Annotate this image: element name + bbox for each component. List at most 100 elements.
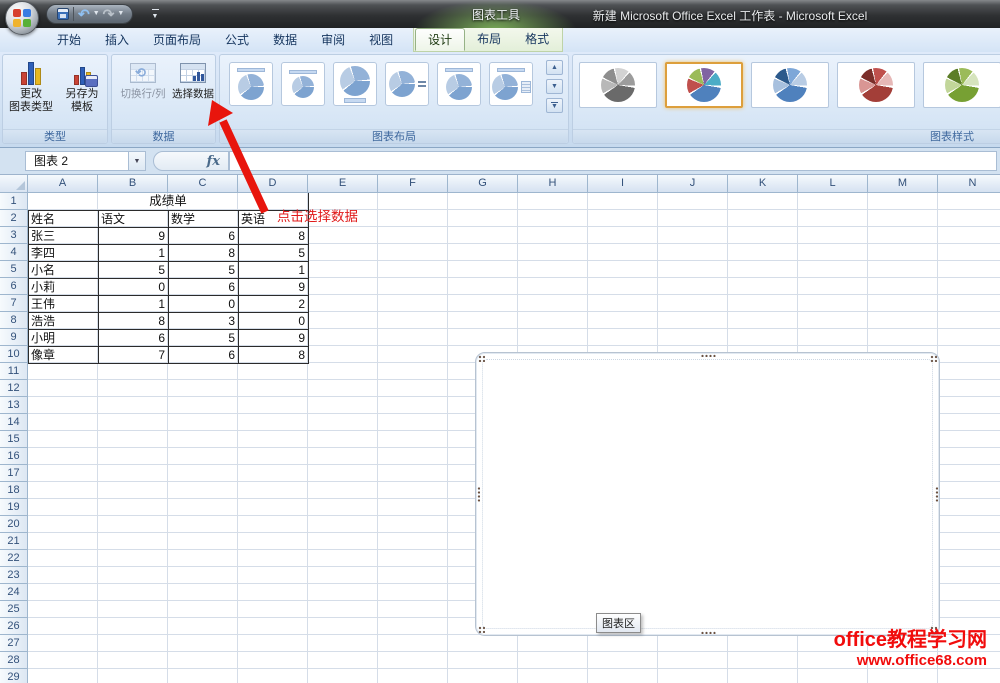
change-chart-type-button[interactable]: 更改 图表类型: [6, 59, 56, 114]
redo-dropdown-icon[interactable]: ▼: [117, 10, 124, 18]
tab-审阅[interactable]: 审阅: [309, 29, 357, 52]
row-header-27[interactable]: 27: [0, 635, 28, 652]
tab-设计[interactable]: 设计: [415, 28, 466, 51]
cell[interactable]: 8: [99, 313, 169, 330]
tab-公式[interactable]: 公式: [213, 29, 261, 52]
cell[interactable]: 1: [99, 296, 169, 313]
chart-layout-thumbnail-3[interactable]: [333, 62, 377, 106]
row-header-5[interactable]: 5: [0, 261, 28, 278]
chart-style-thumbnail-2[interactable]: [665, 62, 743, 108]
row-header-24[interactable]: 24: [0, 584, 28, 601]
cell[interactable]: 5: [169, 262, 239, 279]
row-header-25[interactable]: 25: [0, 601, 28, 618]
cell[interactable]: 8: [239, 347, 309, 364]
row-header-22[interactable]: 22: [0, 550, 28, 567]
row-header-21[interactable]: 21: [0, 533, 28, 550]
chart-style-thumbnail-4[interactable]: [837, 62, 915, 108]
layouts-scroll-down-icon[interactable]: ▼: [546, 79, 563, 94]
chart-object[interactable]: [475, 352, 940, 636]
row-header-16[interactable]: 16: [0, 448, 28, 465]
column-header-C[interactable]: C: [168, 175, 238, 193]
cell[interactable]: 李四: [29, 245, 99, 262]
column-header-B[interactable]: B: [98, 175, 168, 193]
cell[interactable]: 6: [169, 279, 239, 296]
column-header-A[interactable]: A: [28, 175, 98, 193]
tab-开始[interactable]: 开始: [45, 29, 93, 52]
cell[interactable]: 6: [99, 330, 169, 347]
cell[interactable]: 数学: [169, 211, 239, 228]
select-data-button[interactable]: 选择数据: [170, 63, 216, 101]
row-header-2[interactable]: 2: [0, 210, 28, 227]
row-header-3[interactable]: 3: [0, 227, 28, 244]
row-header-17[interactable]: 17: [0, 465, 28, 482]
grip-top-right[interactable]: [930, 355, 937, 362]
row-header-18[interactable]: 18: [0, 482, 28, 499]
row-header-4[interactable]: 4: [0, 244, 28, 261]
row-header-26[interactable]: 26: [0, 618, 28, 635]
save-icon[interactable]: [57, 8, 69, 20]
column-header-J[interactable]: J: [658, 175, 728, 193]
cell[interactable]: 2: [239, 296, 309, 313]
insert-function-button[interactable]: fx: [153, 151, 229, 171]
row-header-15[interactable]: 15: [0, 431, 28, 448]
tab-数据[interactable]: 数据: [261, 29, 309, 52]
cell[interactable]: 王伟: [29, 296, 99, 313]
grip-bottom[interactable]: [700, 631, 715, 634]
cell[interactable]: 5: [99, 262, 169, 279]
row-header-28[interactable]: 28: [0, 652, 28, 669]
row-header-1[interactable]: 1: [0, 193, 28, 210]
undo-icon[interactable]: ↶: [78, 7, 90, 21]
cell[interactable]: 像章: [29, 347, 99, 364]
undo-dropdown-icon[interactable]: ▼: [93, 10, 100, 18]
column-header-H[interactable]: H: [518, 175, 588, 193]
cell[interactable]: 3: [169, 313, 239, 330]
cell[interactable]: 语文: [99, 211, 169, 228]
tab-视图[interactable]: 视图: [357, 29, 405, 52]
cell[interactable]: 7: [99, 347, 169, 364]
column-header-E[interactable]: E: [308, 175, 378, 193]
row-header-23[interactable]: 23: [0, 567, 28, 584]
cell[interactable]: 0: [99, 279, 169, 296]
grip-top[interactable]: [700, 354, 715, 357]
row-header-6[interactable]: 6: [0, 278, 28, 295]
cell[interactable]: 9: [99, 228, 169, 245]
switch-row-column-button[interactable]: ⟲ 切换行/列: [114, 63, 172, 101]
layouts-scroll-up-icon[interactable]: ▲: [546, 60, 563, 75]
tab-格式[interactable]: 格式: [513, 28, 561, 51]
name-box-dropdown-icon[interactable]: ▼: [129, 151, 146, 171]
customize-qat-icon[interactable]: ▼: [148, 7, 162, 21]
column-header-G[interactable]: G: [448, 175, 518, 193]
row-header-8[interactable]: 8: [0, 312, 28, 329]
save-as-template-button[interactable]: 另存为 模板: [57, 59, 107, 114]
cell[interactable]: 8: [239, 228, 309, 245]
column-header-K[interactable]: K: [728, 175, 798, 193]
chart-layout-thumbnail-1[interactable]: [229, 62, 273, 106]
row-header-14[interactable]: 14: [0, 414, 28, 431]
chart-layout-thumbnail-5[interactable]: [437, 62, 481, 106]
cell[interactable]: 姓名: [29, 211, 99, 228]
cell[interactable]: 1: [99, 245, 169, 262]
tab-页面布局[interactable]: 页面布局: [141, 29, 213, 52]
cell[interactable]: 6: [169, 347, 239, 364]
row-header-29[interactable]: 29: [0, 669, 28, 683]
chart-style-thumbnail-5[interactable]: [923, 62, 1000, 108]
chart-style-thumbnail-3[interactable]: [751, 62, 829, 108]
cell[interactable]: 0: [239, 313, 309, 330]
cell[interactable]: 6: [169, 228, 239, 245]
row-header-7[interactable]: 7: [0, 295, 28, 312]
cell[interactable]: 浩浩: [29, 313, 99, 330]
office-button[interactable]: [5, 1, 39, 35]
cell[interactable]: 5: [169, 330, 239, 347]
row-header-11[interactable]: 11: [0, 363, 28, 380]
cell[interactable]: 小名: [29, 262, 99, 279]
column-header-F[interactable]: F: [378, 175, 448, 193]
grip-bottom-left[interactable]: [478, 626, 485, 633]
name-box[interactable]: 图表 2: [25, 151, 129, 171]
cell[interactable]: 小莉: [29, 279, 99, 296]
formula-input[interactable]: [229, 151, 997, 171]
column-header-D[interactable]: D: [238, 175, 308, 193]
chart-style-thumbnail-1[interactable]: [579, 62, 657, 108]
tab-插入[interactable]: 插入: [93, 29, 141, 52]
row-header-20[interactable]: 20: [0, 516, 28, 533]
grip-top-left[interactable]: [478, 355, 485, 362]
